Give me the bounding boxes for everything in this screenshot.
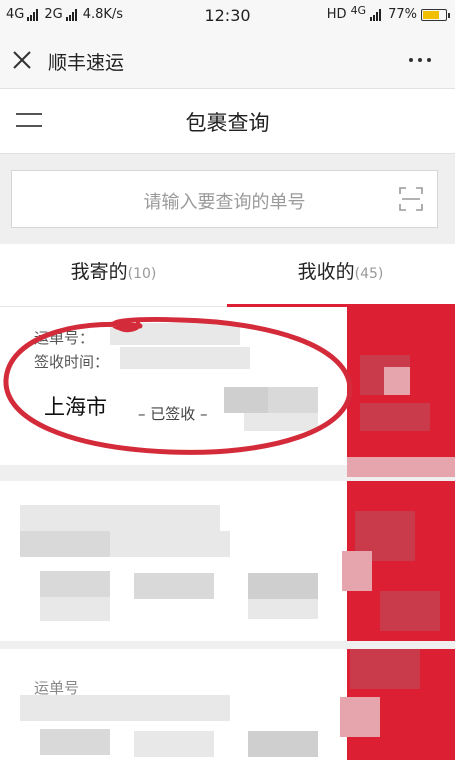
page-header: 包裹查询 <box>0 89 455 154</box>
page-title: 包裹查询 <box>185 111 270 135</box>
signal-icon <box>370 8 382 21</box>
blurred-text <box>244 413 318 431</box>
blurred-text <box>248 573 318 599</box>
scan-icon[interactable] <box>399 187 423 211</box>
tab-sent-count: (10) <box>127 266 157 282</box>
blurred-text <box>20 695 230 721</box>
more-options-icon[interactable] <box>409 58 431 62</box>
blurred-text <box>268 387 318 413</box>
close-icon[interactable] <box>12 50 32 70</box>
sign-time-label: 签收时间： <box>34 353 110 371</box>
network-type-3: 4G <box>350 4 367 17</box>
search-placeholder: 请输入要查询的单号 <box>143 192 306 213</box>
battery-icon <box>421 8 450 21</box>
app-title-bar: 顺丰速运 <box>0 32 455 89</box>
status-bar: 4G 2G 4.8K/s 12:30 HD 4G 77% <box>0 0 455 32</box>
tab-received[interactable]: 我收的(45) <box>227 244 454 306</box>
search-section: 请输入要查询的单号 <box>0 154 455 244</box>
destination-city: 上海市 <box>44 395 107 419</box>
blurred-text <box>110 323 240 345</box>
blurred-text <box>342 551 372 591</box>
blurred-text <box>248 599 318 619</box>
blurred-text <box>20 531 110 557</box>
blurred-text <box>248 731 318 757</box>
status-badge: – 已签收 – <box>138 405 208 423</box>
package-list: 运单号： 签收时间： 上海市 – 已签收 – 运单号 <box>0 307 455 760</box>
blurred-text <box>134 731 214 757</box>
blurred-text <box>40 571 110 597</box>
blurred-text <box>350 649 420 689</box>
blurred-text <box>340 697 380 737</box>
tab-bar: 我寄的(10) 我收的(45) <box>0 244 455 307</box>
waybill-label: 运单号： <box>34 329 95 347</box>
blurred-text <box>380 591 440 631</box>
app-title: 顺丰速运 <box>48 52 125 74</box>
blurred-strip <box>347 457 455 477</box>
package-card[interactable]: 运单号： 签收时间： 上海市 – 已签收 – <box>0 307 455 465</box>
tracking-number-input[interactable]: 请输入要查询的单号 <box>11 170 438 228</box>
tab-received-count: (45) <box>354 266 384 282</box>
blurred-text <box>40 597 110 621</box>
status-right: HD 4G 77% <box>326 4 450 22</box>
blurred-text <box>224 387 268 413</box>
package-card[interactable] <box>0 481 455 641</box>
battery-percent: 77% <box>388 7 417 22</box>
blurred-text <box>384 367 410 395</box>
tab-sent-label: 我寄的 <box>70 261 128 283</box>
blurred-text <box>110 531 230 557</box>
blurred-text <box>20 505 220 531</box>
blurred-text <box>120 347 250 369</box>
hd-indicator: HD <box>326 7 347 22</box>
tab-received-label: 我收的 <box>297 261 355 283</box>
blurred-text <box>134 573 214 599</box>
tab-sent[interactable]: 我寄的(10) <box>0 244 227 306</box>
package-card[interactable]: 运单号 <box>0 649 455 760</box>
blurred-text <box>360 403 430 431</box>
blurred-text <box>40 729 110 755</box>
